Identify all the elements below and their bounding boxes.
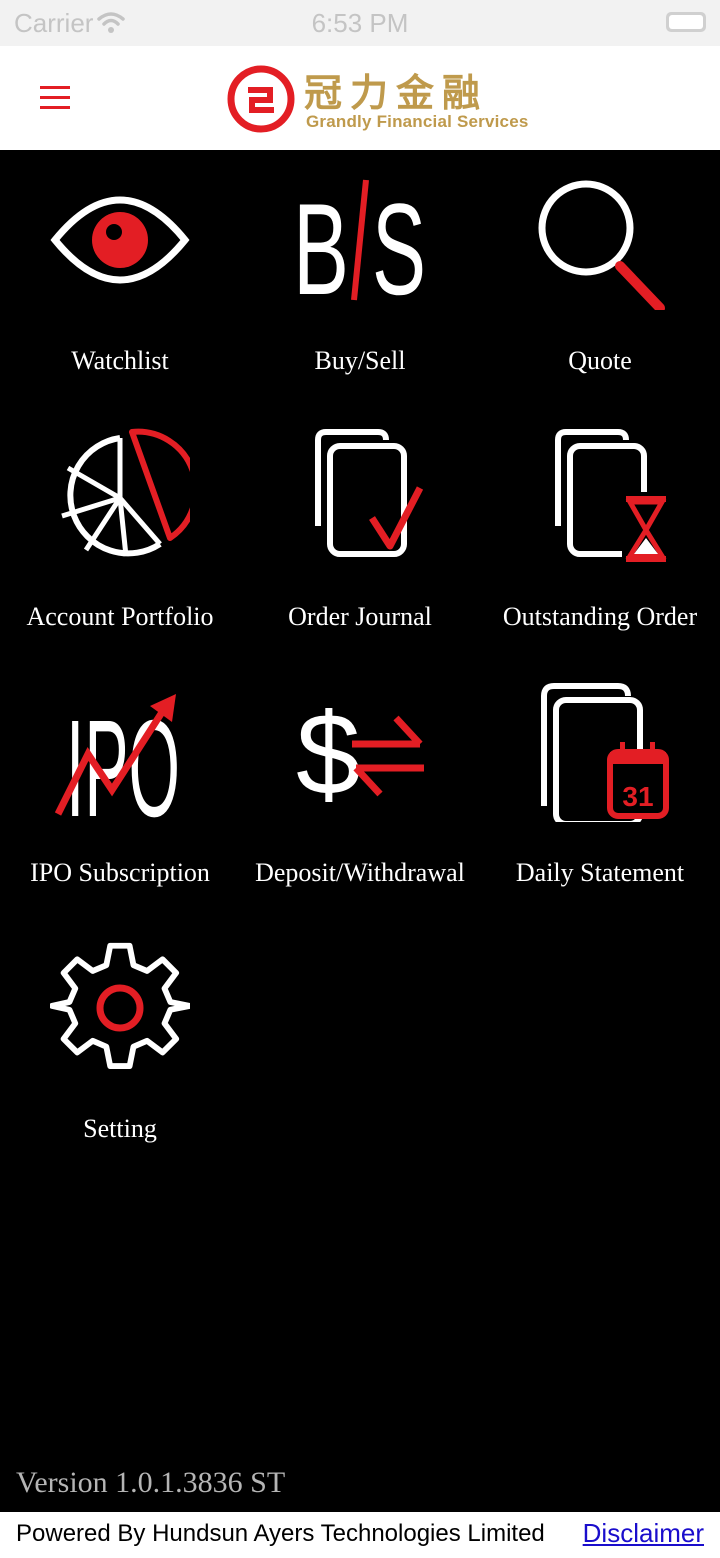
menu-label-quote: Quote <box>568 346 632 375</box>
menu-label-daily-statement: Daily Statement <box>515 858 685 887</box>
menu-label-setting: Setting <box>83 1114 157 1143</box>
footer-bar: Powered By Hundsun Ayers Technologies Li… <box>0 1512 720 1558</box>
documents-calendar-icon: 31 <box>541 683 669 822</box>
menu-item-order-journal[interactable]: Order Journal <box>240 412 480 662</box>
menu-item-watchlist[interactable]: Watchlist <box>0 156 240 406</box>
menu-item-quote[interactable]: Quote <box>480 156 720 406</box>
logo-chinese-text: 冠力金融 <box>304 71 489 115</box>
status-time: 6:53 PM <box>311 8 409 38</box>
eye-icon <box>50 196 190 284</box>
menu-label-deposit-withdrawal: Deposit/Withdrawal <box>255 858 465 887</box>
menu-label-watchlist: Watchlist <box>71 346 169 375</box>
menu-item-outstanding-order[interactable]: Outstanding Order <box>480 412 720 662</box>
disclaimer-link[interactable]: Disclaimer <box>583 1518 704 1549</box>
menu-label-order-journal: Order Journal <box>288 602 432 631</box>
brand-logo: 冠力金融 Grandly Financial Services <box>224 60 528 138</box>
magnifier-icon <box>538 180 665 310</box>
pie-chart-icon <box>61 428 190 557</box>
svg-text:S: S <box>372 176 426 310</box>
battery-icon <box>666 12 706 32</box>
menu-item-deposit-withdrawal[interactable]: $ Deposit/Withdrawal <box>240 668 480 918</box>
hamburger-menu-icon[interactable] <box>30 76 80 120</box>
menu-item-account-portfolio[interactable]: Account Portfolio <box>0 412 240 662</box>
menu-item-ipo-subscription[interactable]: IPO IPO Subscription <box>0 668 240 918</box>
dollar-exchange-icon: $ <box>296 689 424 819</box>
menu-item-buy-sell[interactable]: B S Buy/Sell <box>240 156 480 406</box>
logo-english-text: Grandly Financial Services <box>306 112 529 131</box>
grandly-logo-icon <box>227 65 295 133</box>
menu-label-account-portfolio: Account Portfolio <box>26 602 214 631</box>
buy-sell-icon: B S <box>293 176 426 310</box>
gear-icon <box>50 942 190 1069</box>
ipo-arrow-icon: IPO <box>54 692 180 822</box>
status-bar: Carrier 6:53 PM <box>0 0 720 46</box>
menu-label-buy-sell: Buy/Sell <box>314 346 406 375</box>
svg-text:$: $ <box>296 689 361 819</box>
menu-label-ipo-subscription: IPO Subscription <box>30 858 210 887</box>
documents-check-icon <box>315 429 424 557</box>
menu-label-outstanding-order: Outstanding Order <box>502 602 698 631</box>
svg-text:B: B <box>293 176 349 310</box>
documents-hourglass-icon <box>555 429 668 566</box>
calendar-day: 31 <box>622 781 653 812</box>
header: 冠力金融 Grandly Financial Services <box>0 46 720 150</box>
menu-item-daily-statement[interactable]: 31 Daily Statement <box>480 668 720 918</box>
menu-item-setting[interactable]: Setting <box>0 924 240 1174</box>
app-version: Version 1.0.1.3836 ST <box>16 1466 286 1499</box>
powered-by-text: Powered By Hundsun Ayers Technologies Li… <box>16 1520 545 1547</box>
